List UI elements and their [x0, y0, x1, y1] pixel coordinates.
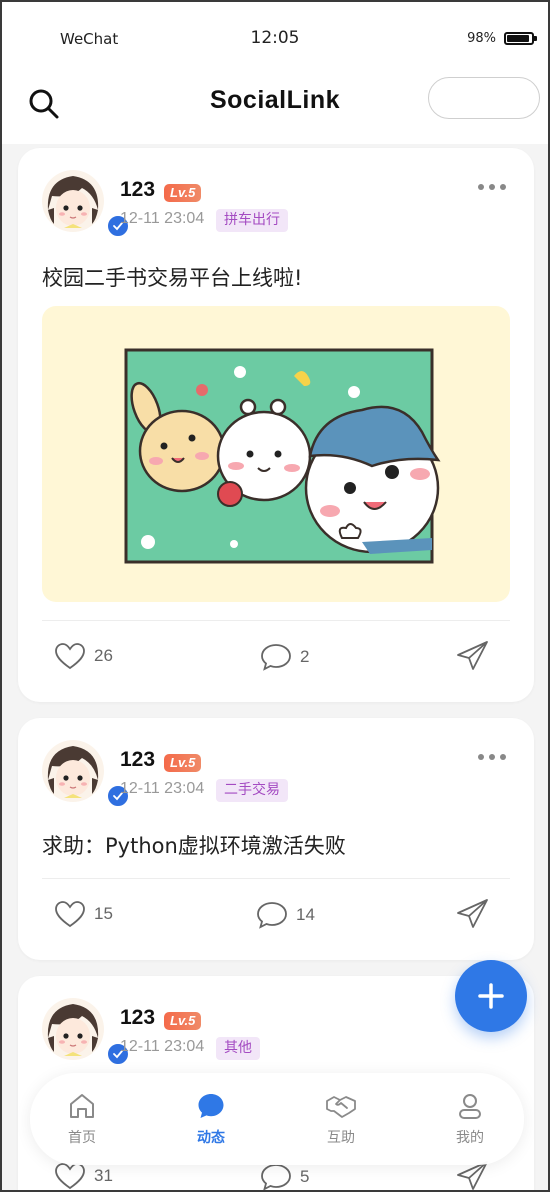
- comment-icon: [257, 902, 287, 929]
- divider: [42, 878, 510, 879]
- like-count: 31: [94, 1166, 113, 1185]
- nav-label: 我的: [456, 1130, 484, 1146]
- comment-button[interactable]: 14: [256, 900, 315, 930]
- bottom-nav: 首页 动态 互助 我的: [30, 1073, 524, 1165]
- post-card[interactable]: 123 Lv.5 12-11 23:04 拼车出行 校园二手书交易平台上线啦!: [18, 148, 534, 702]
- home-icon: [70, 1094, 94, 1118]
- app-screen: WeChat 12:05 98% SocialLink 123 Lv.5 12-…: [0, 0, 550, 1192]
- post-text: 校园二手书交易平台上线啦!: [42, 266, 303, 290]
- dot-icon: [489, 184, 495, 190]
- more-options-button[interactable]: [478, 184, 506, 190]
- top-header: SocialLink: [2, 72, 548, 144]
- nav-item-help[interactable]: 互助: [301, 1091, 381, 1147]
- like-count: 15: [94, 904, 113, 923]
- handshake-icon: [326, 1096, 356, 1118]
- post-time: 12-11 23:04: [120, 1038, 205, 1055]
- nav-item-profile[interactable]: 我的: [430, 1091, 510, 1147]
- dot-icon: [478, 184, 484, 190]
- heart-icon: [55, 1163, 85, 1190]
- post-time: 12-11 23:04: [120, 210, 205, 227]
- cartoon-illustration: [124, 348, 441, 564]
- more-options-button[interactable]: [478, 754, 506, 760]
- avatar[interactable]: [42, 740, 130, 808]
- comment-count: 14: [296, 905, 315, 924]
- dot-icon: [500, 754, 506, 760]
- post-tag[interactable]: 拼车出行: [216, 209, 288, 232]
- nav-item-home[interactable]: 首页: [42, 1091, 122, 1147]
- level-badge: Lv.5: [164, 184, 202, 202]
- heart-icon: [55, 901, 85, 928]
- like-count: 26: [94, 646, 113, 665]
- avatar-image: [42, 998, 104, 1060]
- nav-item-feed[interactable]: 动态: [171, 1091, 251, 1147]
- username[interactable]: 123: [120, 748, 155, 772]
- level-badge: Lv.5: [164, 754, 202, 772]
- paper-plane-icon: [457, 899, 488, 928]
- comment-icon: [261, 644, 291, 671]
- clock: 12:05: [250, 28, 300, 48]
- battery-icon: [504, 32, 537, 45]
- like-button[interactable]: 26: [54, 642, 113, 670]
- paper-plane-icon: [457, 641, 488, 670]
- dot-icon: [478, 754, 484, 760]
- like-button[interactable]: 15: [54, 900, 113, 928]
- post-image[interactable]: [42, 306, 510, 602]
- comment-count: 2: [300, 647, 310, 666]
- post-time: 12-11 23:04: [120, 780, 205, 797]
- username[interactable]: 123: [120, 178, 155, 202]
- header-capsule-button[interactable]: [428, 77, 540, 119]
- battery-percent: 98%: [467, 31, 496, 46]
- dot-icon: [489, 754, 495, 760]
- level-badge: Lv.5: [164, 1012, 202, 1030]
- username[interactable]: 123: [120, 1006, 155, 1030]
- share-button[interactable]: [456, 898, 490, 930]
- comment-button[interactable]: 2: [260, 642, 309, 672]
- status-bar: WeChat 12:05 98%: [2, 2, 548, 72]
- dot-icon: [500, 184, 506, 190]
- avatar-image: [42, 170, 104, 232]
- comment-icon: [261, 1164, 291, 1190]
- battery-status: 98%: [467, 31, 537, 46]
- nav-label: 首页: [68, 1130, 96, 1146]
- post-tag[interactable]: 二手交易: [216, 779, 288, 802]
- share-button[interactable]: [456, 640, 490, 672]
- heart-icon: [55, 643, 85, 670]
- avatar[interactable]: [42, 998, 130, 1066]
- post-text: 求助：Python虚拟环境激活失败: [42, 834, 346, 858]
- nav-label: 互助: [327, 1130, 355, 1146]
- like-button[interactable]: 31: [54, 1162, 113, 1190]
- comment-count: 5: [300, 1167, 310, 1186]
- divider: [42, 620, 510, 621]
- chat-bubble-icon: [198, 1094, 224, 1118]
- post-card[interactable]: 123 Lv.5 12-11 23:04 二手交易 求助：Python虚拟环境激…: [18, 718, 534, 960]
- avatar-image: [42, 740, 104, 802]
- avatar[interactable]: [42, 170, 130, 238]
- post-tag[interactable]: 其他: [216, 1037, 260, 1060]
- create-post-button[interactable]: [455, 960, 527, 1032]
- plus-icon: [478, 983, 504, 1009]
- comment-button[interactable]: 5: [260, 1162, 310, 1190]
- profile-icon: [459, 1094, 481, 1119]
- nav-label: 动态: [197, 1130, 225, 1146]
